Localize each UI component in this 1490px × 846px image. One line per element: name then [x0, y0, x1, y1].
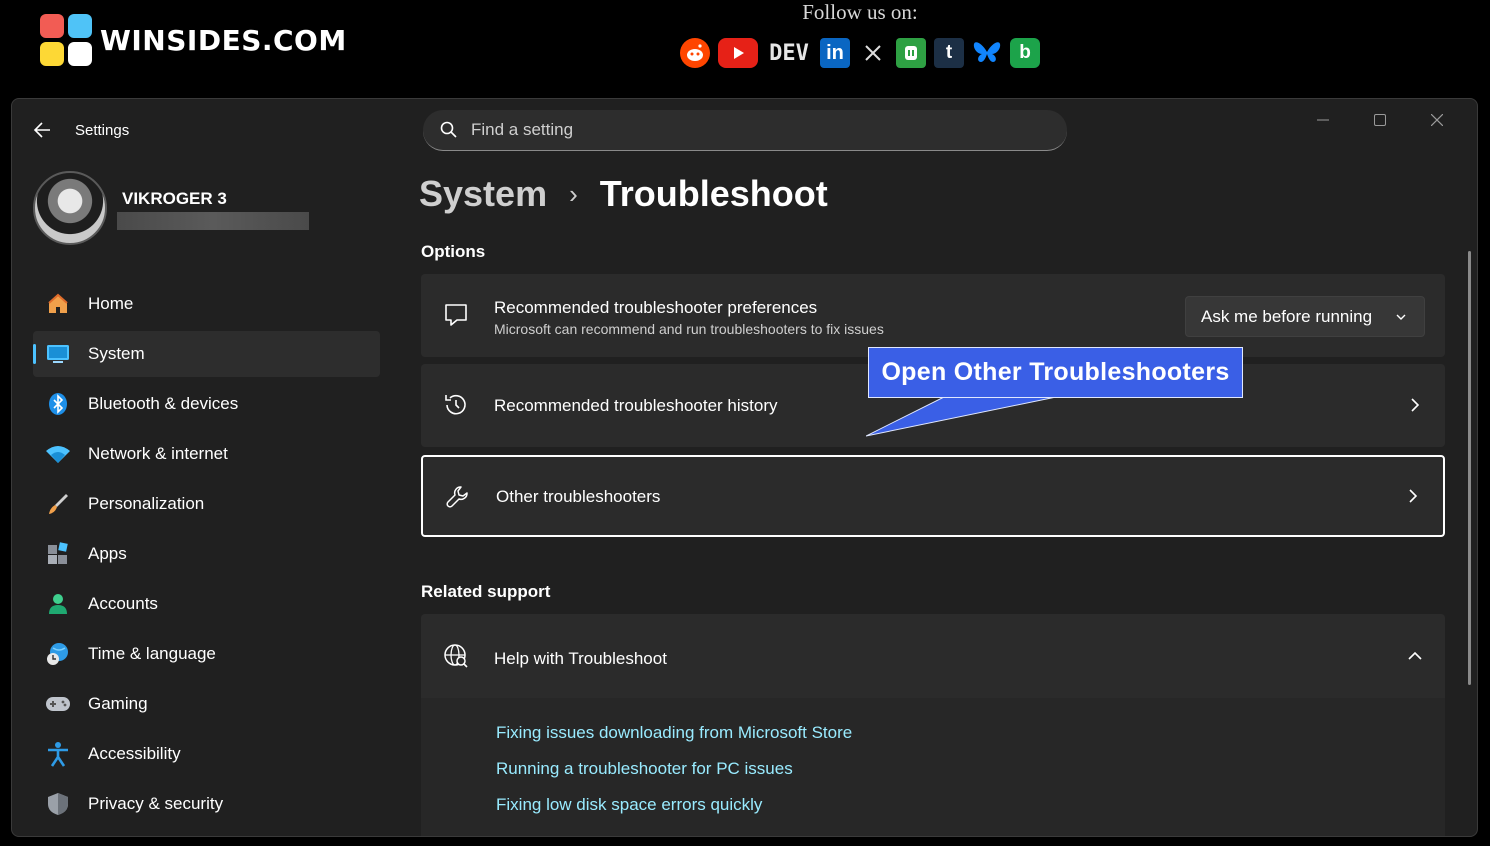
sidebar-item-time-language[interactable]: Time & language [33, 631, 380, 677]
apps-icon [45, 541, 71, 567]
sidebar-item-label: Home [88, 294, 134, 313]
system-icon [45, 341, 71, 367]
sidebar-item-label: Personalization [88, 494, 205, 513]
sidebar-item-gaming[interactable]: Gaming [33, 681, 380, 727]
gamepad-icon [45, 691, 71, 717]
person-icon [45, 591, 71, 617]
sidebar-item-bluetooth[interactable]: Bluetooth & devices [33, 381, 380, 427]
troubleshooter-preferences-card: Recommended troubleshooter preferences M… [421, 274, 1445, 357]
options-section-title: Options [421, 242, 486, 261]
arrow-left-icon [33, 122, 50, 138]
home-icon [45, 291, 71, 317]
other-troubleshooters-title: Other troubleshooters [496, 487, 661, 506]
sidebar-item-label: Accessibility [88, 744, 181, 763]
sidebar-item-label: Apps [88, 544, 127, 563]
sidebar-item-accounts[interactable]: Accounts [33, 581, 380, 627]
close-button[interactable] [1408, 107, 1465, 133]
user-email-redacted [117, 212, 309, 230]
search-box[interactable] [423, 110, 1067, 151]
wrench-icon [446, 486, 468, 508]
help-link[interactable]: Fixing low disk space errors quickly [496, 795, 762, 815]
history-title: Recommended troubleshooter history [494, 396, 778, 415]
sidebar-item-personalization[interactable]: Personalization [33, 481, 380, 527]
sidebar-item-accessibility[interactable]: Accessibility [33, 731, 380, 777]
back-button[interactable] [32, 119, 54, 141]
help-link[interactable]: Fixing issues downloading from Microsoft… [496, 723, 852, 743]
accessibility-icon [45, 741, 71, 767]
tumblr-icon[interactable]: t [934, 38, 964, 68]
window-controls [1294, 107, 1465, 133]
callout-text: Open Other Troubleshooters [881, 358, 1230, 386]
close-icon [1430, 114, 1443, 126]
breadcrumb-parent-link[interactable]: System [419, 173, 547, 215]
other-troubleshooters-card[interactable]: Other troubleshooters [421, 455, 1445, 537]
site-name: WINSIDES.COM [100, 23, 347, 57]
maximize-icon [1373, 114, 1386, 126]
wifi-icon [45, 441, 71, 467]
help-expander-body: Fixing issues downloading from Microsoft… [421, 698, 1445, 836]
brush-icon [45, 491, 71, 517]
chevron-right-icon [1409, 489, 1418, 503]
globe-search-icon [444, 644, 468, 668]
troubleshooter-preference-dropdown[interactable]: Ask me before running [1185, 296, 1425, 337]
annotation-callout: Open Other Troubleshooters [868, 347, 1243, 398]
chevron-right-icon [1411, 398, 1420, 412]
globe-clock-icon [45, 641, 71, 667]
scrollbar[interactable] [1468, 251, 1471, 685]
bluesky-icon[interactable] [972, 38, 1002, 68]
search-icon [440, 121, 457, 138]
logo-grid-icon [40, 14, 92, 66]
sidebar-item-label: Privacy & security [88, 794, 224, 813]
sidebar-item-home[interactable]: Home [33, 281, 380, 327]
shield-icon [45, 791, 71, 817]
chat-bubble-icon [445, 304, 467, 326]
minimize-button[interactable] [1294, 107, 1351, 133]
sidebar-item-label: Bluetooth & devices [88, 394, 239, 413]
winsides-logo[interactable]: WINSIDES.COM [40, 14, 347, 66]
search-input[interactable] [471, 120, 1031, 140]
help-expander-header[interactable]: Help with Troubleshoot [421, 614, 1445, 698]
window-title: Settings [75, 122, 130, 139]
chevron-down-icon [1396, 314, 1406, 320]
help-expander-title: Help with Troubleshoot [494, 649, 667, 668]
linkedin-icon[interactable]: in [820, 38, 850, 68]
sidebar-item-privacy[interactable]: Privacy & security [33, 781, 380, 827]
settings-window: Settings VIKROGER 3 Home System [11, 98, 1478, 837]
minimize-icon [1316, 119, 1329, 121]
youtube-icon[interactable] [718, 38, 758, 68]
help-link[interactable]: Running a troubleshooter for PC issues [496, 759, 793, 779]
related-support-title: Related support [421, 582, 551, 601]
callout-pointer [866, 396, 1062, 437]
maximize-button[interactable] [1351, 107, 1408, 133]
dev-icon[interactable]: DEV [766, 38, 812, 68]
preferences-title: Recommended troubleshooter preferences [494, 298, 818, 317]
sidebar-item-network[interactable]: Network & internet [33, 431, 380, 477]
avatar[interactable] [33, 171, 107, 245]
sidebar-item-apps[interactable]: Apps [33, 531, 380, 577]
social-links: DEV in t b [680, 38, 1040, 68]
breadcrumb-separator: › [569, 178, 578, 209]
sidebar-item-label: System [88, 344, 145, 363]
dropdown-selected-value: Ask me before running [1201, 306, 1373, 326]
mastodon-icon[interactable] [896, 38, 926, 68]
chevron-up-icon [1408, 651, 1422, 660]
sidebar-nav: Home System Bluetooth & devices Network … [33, 281, 380, 831]
sidebar-item-system[interactable]: System [33, 331, 380, 377]
bing-icon[interactable]: b [1010, 38, 1040, 68]
sidebar-item-label: Gaming [88, 694, 148, 713]
user-name: VIKROGER 3 [122, 189, 227, 208]
bluetooth-icon [45, 391, 71, 417]
sidebar-item-label: Accounts [88, 594, 158, 613]
breadcrumb: System › Troubleshoot [419, 173, 828, 215]
preferences-subtitle: Microsoft can recommend and run troubles… [494, 321, 884, 337]
history-icon [445, 394, 466, 415]
reddit-icon[interactable] [680, 38, 710, 68]
sidebar-item-label: Time & language [88, 644, 216, 663]
follow-text: Follow us on: [802, 0, 918, 24]
site-banner: WINSIDES.COM Follow us on: DEV in t b [0, 0, 1490, 98]
sidebar-item-label: Network & internet [88, 444, 228, 463]
x-icon[interactable] [858, 38, 888, 68]
page-title: Troubleshoot [599, 173, 828, 214]
